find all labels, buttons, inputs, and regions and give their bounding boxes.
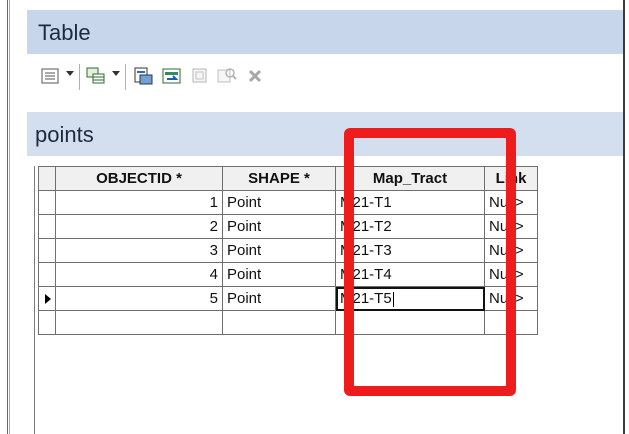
- select-by-attributes-icon[interactable]: [133, 65, 155, 87]
- window-left-border: [7, 0, 8, 434]
- delete-selected-icon[interactable]: [244, 65, 266, 87]
- row-selector[interactable]: [38, 214, 56, 239]
- highlight-annotation-box: [344, 128, 516, 396]
- window-right-border: [623, 0, 625, 434]
- cell-objectid[interactable]: 2: [55, 214, 223, 239]
- grid-left-border: [34, 166, 35, 434]
- cell-objectid[interactable]: 1: [55, 190, 223, 215]
- cell-shape[interactable]: Point: [222, 262, 336, 287]
- cell-objectid[interactable]: 3: [55, 238, 223, 263]
- toolbar-separator: [125, 64, 126, 90]
- row-selector[interactable]: [38, 310, 56, 335]
- cell-objectid[interactable]: 4: [55, 262, 223, 287]
- row-selector-header[interactable]: [38, 166, 56, 191]
- column-header-objectid[interactable]: OBJECTID *: [55, 166, 223, 191]
- cell-objectid-empty[interactable]: [55, 310, 223, 335]
- table-toolbar: [27, 54, 623, 112]
- cell-shape-empty[interactable]: [222, 310, 336, 335]
- zoom-to-selected-icon[interactable]: [216, 65, 238, 87]
- cell-shape[interactable]: Point: [222, 238, 336, 263]
- table-options-icon[interactable]: [39, 65, 61, 87]
- cell-objectid[interactable]: 5: [55, 286, 223, 311]
- row-selector[interactable]: [38, 238, 56, 263]
- column-header-shape[interactable]: SHAPE *: [222, 166, 336, 191]
- row-selector[interactable]: [38, 190, 56, 215]
- row-selector[interactable]: [38, 262, 56, 287]
- table-options-dropdown-arrow-icon[interactable]: [66, 71, 74, 76]
- row-selector-current[interactable]: [38, 286, 56, 311]
- cell-shape[interactable]: Point: [222, 190, 336, 215]
- table-tab-header[interactable]: points: [27, 112, 623, 156]
- current-row-arrow-icon: [45, 294, 51, 304]
- window-left-border-inner: [9, 0, 10, 434]
- window-title-bar[interactable]: Table: [27, 10, 623, 54]
- table-name: points: [35, 122, 94, 147]
- clear-selection-icon[interactable]: [189, 65, 211, 87]
- switch-selection-icon[interactable]: [161, 65, 183, 87]
- window-title: Table: [38, 20, 91, 45]
- related-tables-dropdown-arrow-icon[interactable]: [112, 71, 120, 76]
- related-tables-icon[interactable]: [85, 65, 107, 87]
- cell-shape[interactable]: Point: [222, 214, 336, 239]
- cell-shape[interactable]: Point: [222, 286, 336, 311]
- toolbar-separator: [79, 64, 80, 90]
